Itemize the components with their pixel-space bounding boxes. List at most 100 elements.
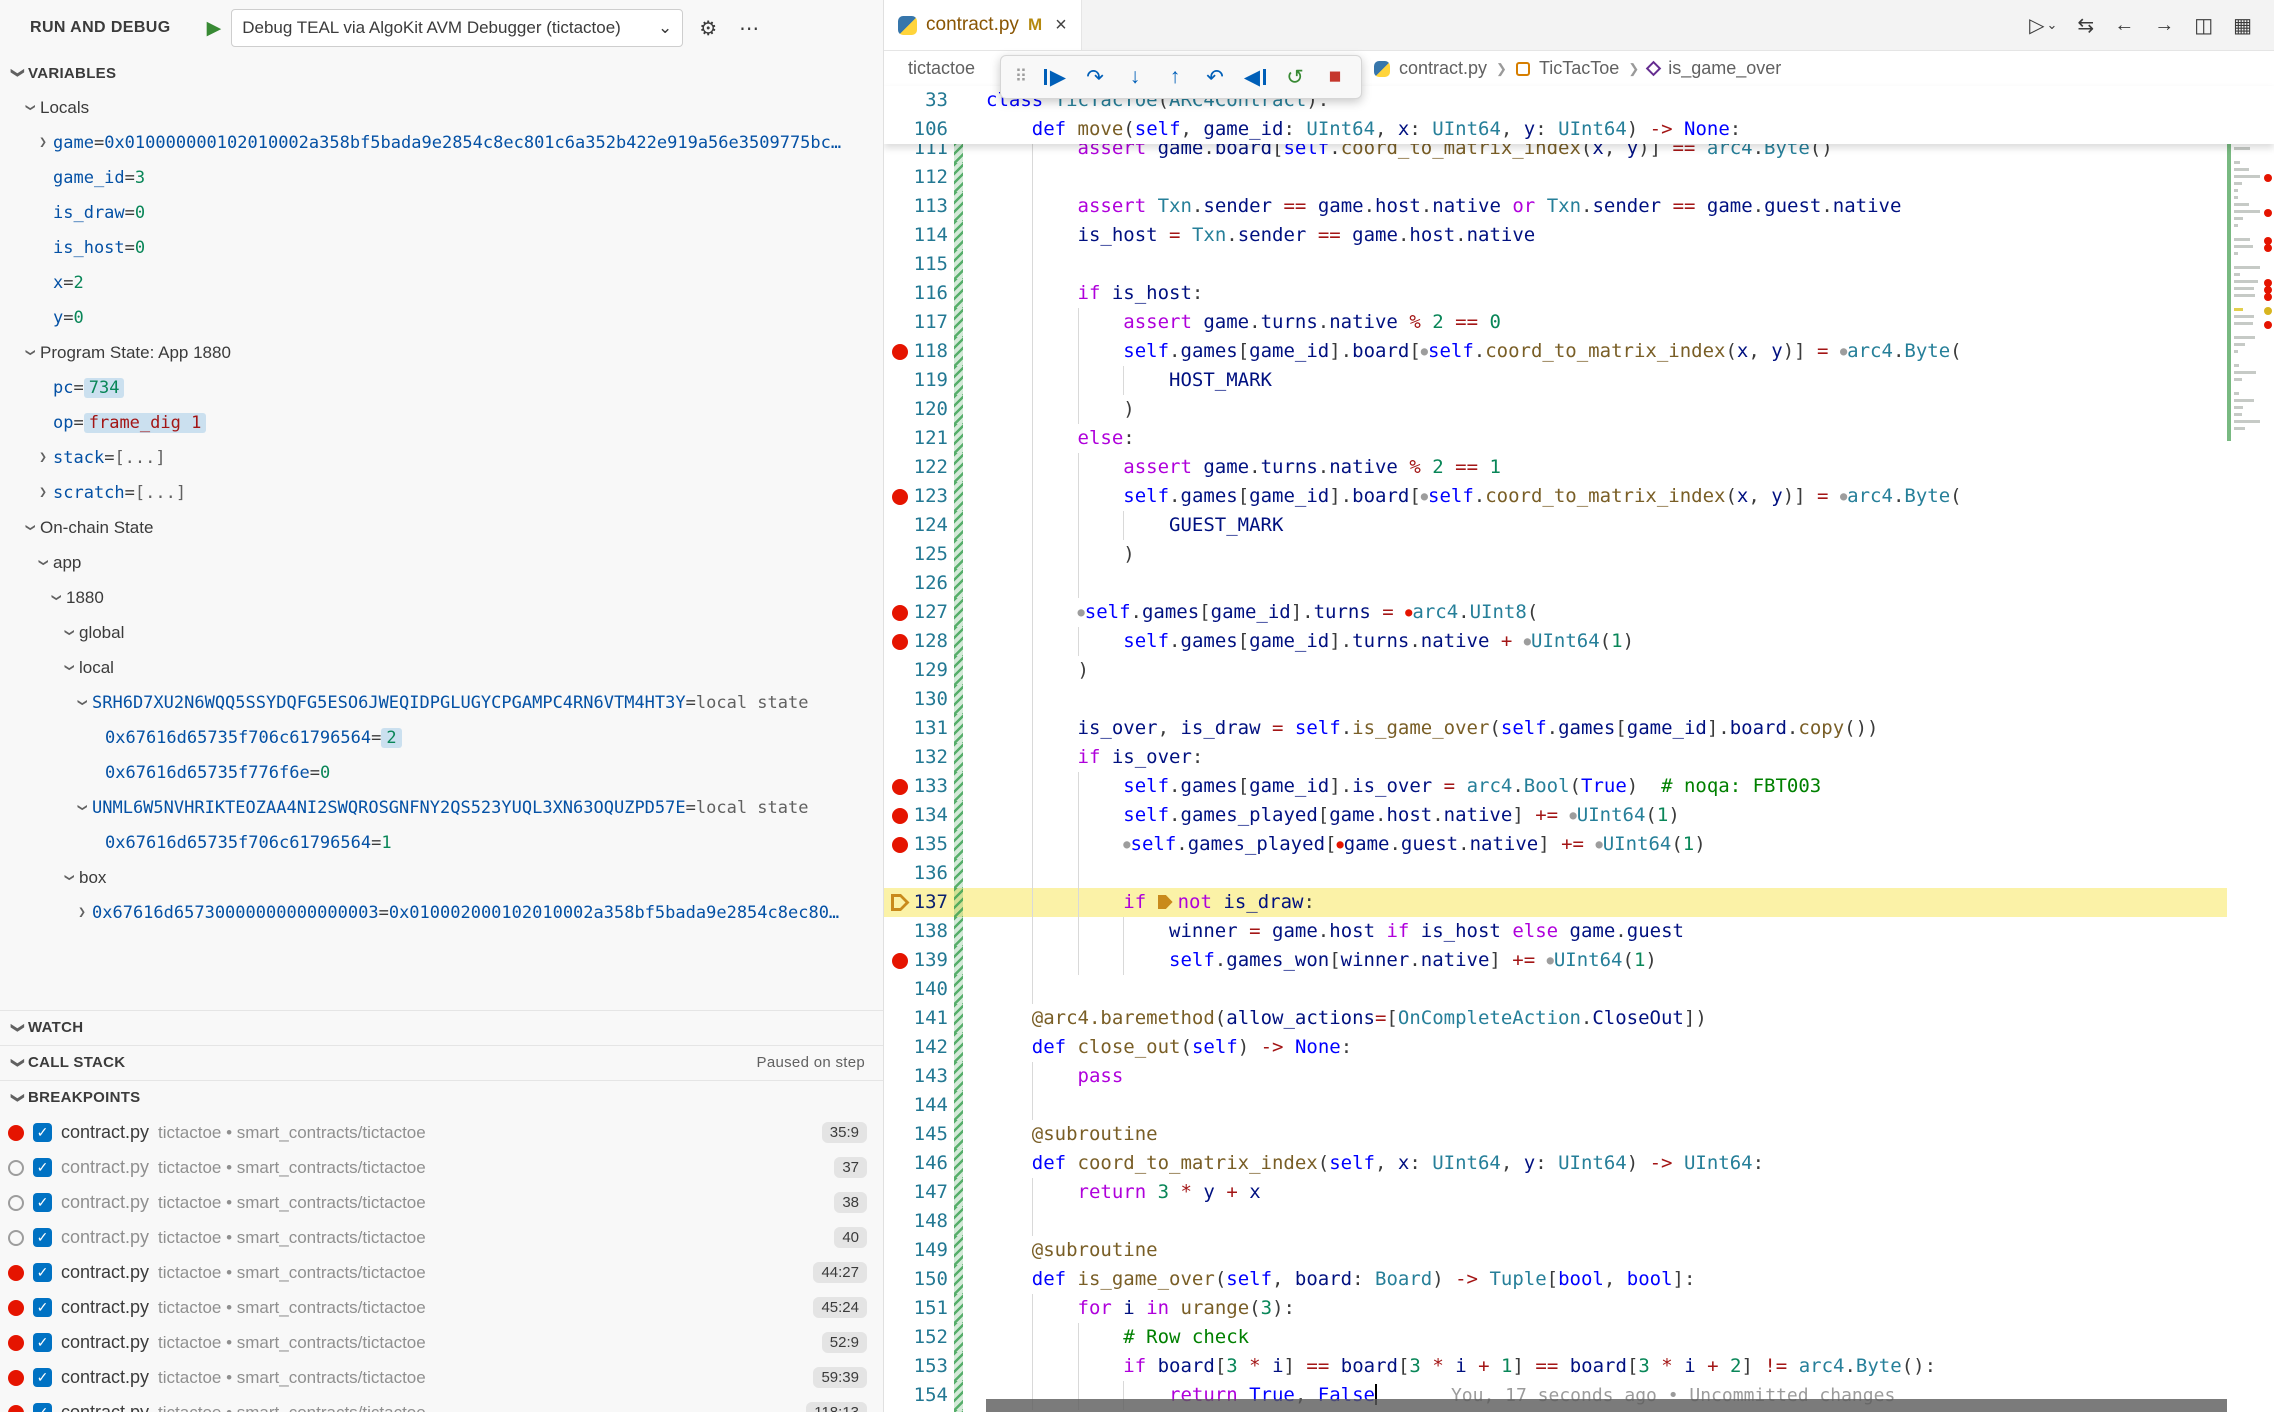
tree-item[interactable]: ❯scratch = [...] xyxy=(0,475,883,510)
breakpoint-row[interactable]: ✓contract.pytictactoe • smart_contracts/… xyxy=(0,1360,883,1395)
tree-item[interactable]: ❯local xyxy=(0,650,883,685)
chevron-down-icon[interactable]: ❯ xyxy=(75,798,90,818)
line-number[interactable]: 136 xyxy=(908,859,948,888)
breakpoint-row[interactable]: ✓contract.pytictactoe • smart_contracts/… xyxy=(0,1290,883,1325)
breakpoint-row[interactable]: ✓contract.pytictactoe • smart_contracts/… xyxy=(0,1325,883,1360)
line-number[interactable]: 120 xyxy=(908,395,948,424)
code-line[interactable]: @arc4.baremethod(allow_actions=[OnComple… xyxy=(986,1004,2227,1033)
code-line[interactable]: def is_game_over(self, board: Board) -> … xyxy=(986,1265,2227,1294)
chevron-down-icon[interactable]: ❯ xyxy=(23,343,38,363)
tree-item[interactable]: ❯0x67616d65730000000000000003 = 0x010002… xyxy=(0,895,883,930)
code-editor[interactable]: 111 assert game.board[self.coord_to_matr… xyxy=(884,86,2274,1412)
line-number[interactable]: 132 xyxy=(908,743,948,772)
code-line[interactable]: ) xyxy=(986,540,2227,569)
breakpoint-checkbox[interactable]: ✓ xyxy=(33,1193,52,1212)
code-line[interactable] xyxy=(986,975,2227,1004)
chevron-down-icon[interactable]: ❯ xyxy=(23,518,38,538)
chevron-right-icon[interactable]: ❯ xyxy=(72,905,92,920)
breakpoints-section-header[interactable]: ❯ BREAKPOINTS xyxy=(0,1080,883,1114)
breadcrumb-file[interactable]: contract.py xyxy=(1399,58,1487,79)
chevron-down-icon[interactable]: ❯ xyxy=(62,658,77,678)
line-number[interactable]: 118 xyxy=(908,337,948,366)
breakpoint-checkbox[interactable]: ✓ xyxy=(33,1403,52,1412)
line-number[interactable]: 151 xyxy=(908,1294,948,1323)
forward-icon[interactable]: → xyxy=(2154,14,2174,37)
line-number[interactable]: 131 xyxy=(908,714,948,743)
code-line[interactable]: ●self.games_played[●game.guest.native] +… xyxy=(986,830,2227,859)
code-line[interactable]: winner = game.host if is_host else game.… xyxy=(986,917,2227,946)
breakpoint-row[interactable]: ✓contract.pytictactoe • smart_contracts/… xyxy=(0,1255,883,1290)
breakpoint-dot-icon[interactable] xyxy=(892,837,908,853)
line-number[interactable]: 130 xyxy=(908,685,948,714)
code-line[interactable]: @subroutine xyxy=(986,1236,2227,1265)
line-number[interactable]: 153 xyxy=(908,1352,948,1381)
close-icon[interactable]: × xyxy=(1055,14,1067,37)
line-number[interactable]: 114 xyxy=(908,221,948,250)
line-number[interactable]: 126 xyxy=(908,569,948,598)
breadcrumb-class[interactable]: TicTacToe xyxy=(1539,58,1619,79)
breadcrumb-method[interactable]: is_game_over xyxy=(1668,58,1781,79)
code-line[interactable]: is_over, is_draw = self.is_game_over(sel… xyxy=(986,714,2227,743)
code-line[interactable]: self.games[game_id].is_over = arc4.Bool(… xyxy=(986,772,2227,801)
chevron-right-icon[interactable]: ❯ xyxy=(33,450,53,465)
code-line[interactable]: for i in urange(3): xyxy=(986,1294,2227,1323)
code-line[interactable]: else: xyxy=(986,424,2227,453)
call-stack-section-header[interactable]: ❯ CALL STACK Paused on step xyxy=(0,1045,883,1079)
code-line[interactable]: def close_out(self) -> None: xyxy=(986,1033,2227,1062)
line-number[interactable]: 117 xyxy=(908,308,948,337)
breakpoint-checkbox[interactable]: ✓ xyxy=(33,1263,52,1282)
breakpoint-row[interactable]: ✓contract.pytictactoe • smart_contracts/… xyxy=(0,1115,883,1150)
gear-icon[interactable]: ⚙ xyxy=(693,16,723,41)
line-number[interactable]: 133 xyxy=(908,772,948,801)
restart-button[interactable]: ↺ xyxy=(1277,59,1313,95)
line-number[interactable]: 146 xyxy=(908,1149,948,1178)
chevron-down-icon[interactable]: ❯ xyxy=(62,868,77,888)
code-line[interactable]: if not is_draw: xyxy=(986,888,2227,917)
code-line[interactable]: self.games_played[game.host.native] += ●… xyxy=(986,801,2227,830)
line-number[interactable]: 135 xyxy=(908,830,948,859)
tree-item[interactable]: ❯On-chain State xyxy=(0,510,883,545)
breakpoint-dot-icon[interactable] xyxy=(892,953,908,969)
chevron-down-icon[interactable]: ❯ xyxy=(62,623,77,643)
breakpoint-checkbox[interactable]: ✓ xyxy=(33,1333,52,1352)
breakpoint-dot-icon[interactable] xyxy=(892,344,908,360)
code-line[interactable] xyxy=(986,859,2227,888)
tree-item[interactable]: 0x67616d65735f776f6e = 0 xyxy=(0,755,883,790)
code-line[interactable]: assert game.turns.native % 2 == 0 xyxy=(986,308,2227,337)
chevron-down-icon[interactable]: ❯ xyxy=(36,553,51,573)
reverse-continue-button[interactable]: ◀ xyxy=(1237,59,1273,95)
code-line[interactable]: pass xyxy=(986,1062,2227,1091)
debug-config-dropdown[interactable]: Debug TEAL via AlgoKit AVM Debugger (tic… xyxy=(231,9,683,47)
more-actions-icon[interactable]: ⋯ xyxy=(733,16,765,41)
line-number[interactable]: 124 xyxy=(908,511,948,540)
chevron-right-icon[interactable]: ❯ xyxy=(33,485,53,500)
tree-item[interactable]: x = 2 xyxy=(0,265,883,300)
code-line[interactable] xyxy=(986,1207,2227,1236)
line-number[interactable]: 128 xyxy=(908,627,948,656)
breakpoint-dot-icon[interactable] xyxy=(892,779,908,795)
line-number[interactable]: 138 xyxy=(908,917,948,946)
code-line[interactable]: def coord_to_matrix_index(self, x: UInt6… xyxy=(986,1149,2227,1178)
step-into-button[interactable]: ↓ xyxy=(1117,59,1153,95)
tree-item[interactable]: y = 0 xyxy=(0,300,883,335)
line-number[interactable]: 145 xyxy=(908,1120,948,1149)
breakpoint-checkbox[interactable]: ✓ xyxy=(33,1123,52,1142)
line-number[interactable]: 121 xyxy=(908,424,948,453)
line-number[interactable]: 154 xyxy=(908,1381,948,1410)
line-number[interactable]: 123 xyxy=(908,482,948,511)
chevron-down-icon[interactable]: ❯ xyxy=(49,588,64,608)
breakpoint-checkbox[interactable]: ✓ xyxy=(33,1228,52,1247)
breakpoint-dot-icon[interactable] xyxy=(892,489,908,505)
step-back-button[interactable]: ↶ xyxy=(1197,59,1233,95)
tree-item[interactable]: is_draw = 0 xyxy=(0,195,883,230)
horizontal-scrollbar[interactable] xyxy=(986,1399,2227,1412)
line-number[interactable]: 140 xyxy=(908,975,948,1004)
line-number[interactable]: 143 xyxy=(908,1062,948,1091)
code-line[interactable]: if is_host: xyxy=(986,279,2227,308)
line-number[interactable]: 112 xyxy=(908,163,948,192)
line-number[interactable]: 139 xyxy=(908,946,948,975)
code-line[interactable] xyxy=(986,163,2227,192)
code-line[interactable]: @subroutine xyxy=(986,1120,2227,1149)
code-line[interactable]: ) xyxy=(986,656,2227,685)
tree-item[interactable]: ❯game = 0x010000000102010002a358bf5bada9… xyxy=(0,125,883,160)
